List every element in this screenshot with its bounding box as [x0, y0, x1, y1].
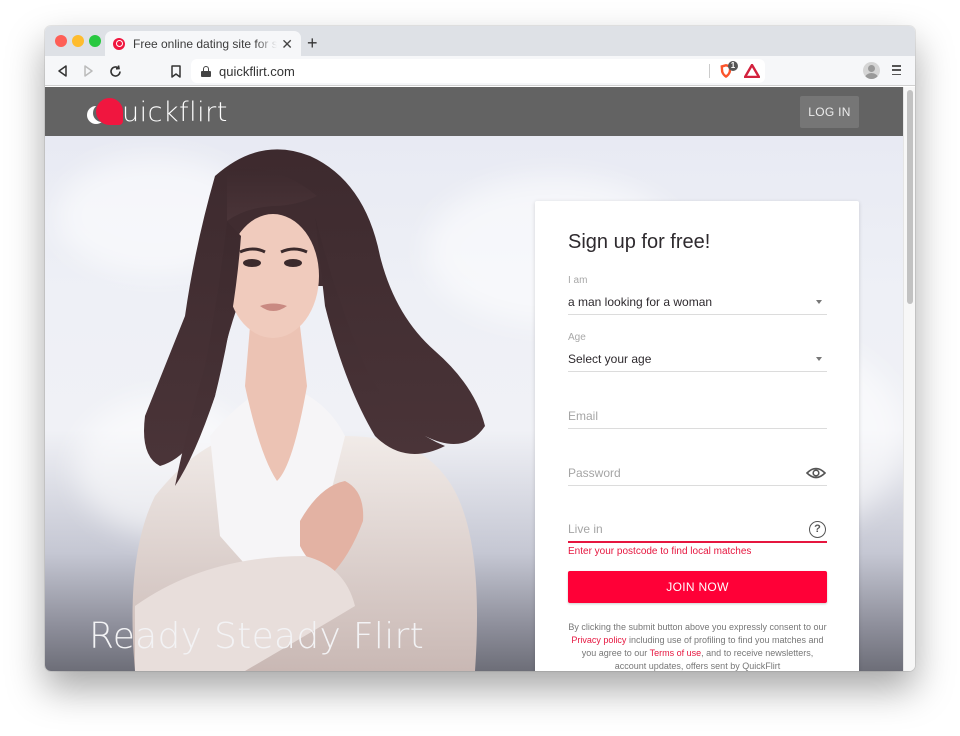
- age-label: Age: [568, 332, 586, 343]
- email-placeholder: Email: [568, 408, 599, 423]
- privacy-policy-link[interactable]: Privacy policy: [571, 635, 626, 645]
- legal-text-part: By clicking the submit button above you …: [568, 622, 827, 632]
- password-placeholder: Password: [568, 465, 621, 480]
- web-page: Ready Steady Flirt Sign up for free! I a…: [45, 87, 915, 671]
- browser-toolbar: quickflirt.com 1: [45, 56, 915, 86]
- eye-icon[interactable]: [806, 466, 826, 480]
- page-scrollbar[interactable]: [903, 87, 915, 671]
- scrollbar-thumb[interactable]: [907, 90, 913, 304]
- bookmark-icon[interactable]: [166, 61, 186, 81]
- browser-window: Free online dating site for singles - Qu…: [45, 26, 915, 671]
- close-window-button[interactable]: [55, 35, 67, 47]
- maximize-window-button[interactable]: [89, 35, 101, 47]
- new-tab-button[interactable]: +: [307, 34, 318, 52]
- age-value: Select your age: [568, 351, 652, 366]
- chevron-down-icon: [816, 299, 822, 304]
- i-am-select[interactable]: I am a man looking for a woman: [568, 275, 827, 315]
- i-am-label: I am: [568, 275, 588, 286]
- live-in-placeholder: Live in: [568, 522, 603, 536]
- live-in-field[interactable]: Live in ? Enter your postcode to find lo…: [568, 503, 827, 557]
- site-header: uickflirt LOG IN: [45, 87, 903, 136]
- quickflirt-favicon-icon: [113, 37, 125, 50]
- signup-card: Sign up for free! I am a man looking for…: [535, 201, 859, 671]
- join-now-button[interactable]: JOIN NOW: [568, 571, 827, 603]
- address-bar[interactable]: quickflirt.com 1: [191, 59, 765, 83]
- tab-title: Free online dating site for singles - Qu…: [133, 36, 278, 51]
- browser-tab[interactable]: Free online dating site for singles - Qu…: [105, 31, 301, 56]
- i-am-value: a man looking for a woman: [568, 294, 713, 309]
- shields-count-badge: 1: [728, 61, 738, 71]
- close-tab-icon[interactable]: ✕: [281, 37, 293, 51]
- address-bar-divider: [709, 64, 710, 78]
- quickflirt-logo-icon: [87, 98, 125, 126]
- url-text: quickflirt.com: [219, 63, 295, 79]
- hero-section: Ready Steady Flirt Sign up for free! I a…: [45, 136, 905, 671]
- quickflirt-logo[interactable]: uickflirt: [87, 96, 228, 128]
- signup-title: Sign up for free!: [568, 231, 711, 253]
- hamburger-menu-icon[interactable]: [892, 65, 901, 75]
- password-field[interactable]: Password: [568, 446, 827, 486]
- tab-strip: Free online dating site for singles - Qu…: [45, 26, 915, 56]
- login-button[interactable]: LOG IN: [800, 96, 859, 128]
- lock-icon: [201, 65, 211, 77]
- age-select[interactable]: Age Select your age: [568, 332, 827, 372]
- terms-of-use-link[interactable]: Terms of use: [650, 648, 702, 658]
- legal-text: By clicking the submit button above you …: [565, 621, 830, 671]
- hero-title: Ready Steady Flirt: [89, 616, 425, 657]
- help-icon[interactable]: ?: [809, 520, 826, 538]
- hero-photo-woman: [132, 149, 485, 671]
- chevron-down-icon: [816, 356, 822, 361]
- logo-text: uickflirt: [122, 96, 228, 128]
- profile-icon[interactable]: [863, 62, 880, 79]
- reload-icon[interactable]: [105, 61, 125, 81]
- minimize-window-button[interactable]: [72, 35, 84, 47]
- live-in-error: Enter your postcode to find local matche…: [568, 546, 752, 557]
- brave-rewards-icon[interactable]: [744, 64, 760, 78]
- forward-arrow-icon[interactable]: [78, 61, 98, 81]
- email-field[interactable]: Email: [568, 389, 827, 429]
- back-arrow-icon[interactable]: [53, 61, 73, 81]
